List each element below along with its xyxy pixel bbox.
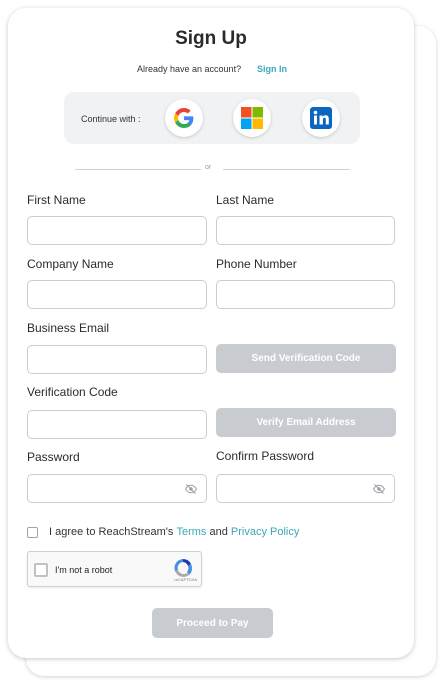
sign-in-link[interactable]: Sign In [257, 64, 287, 74]
verification-code-label: Verification Code [27, 385, 118, 399]
privacy-policy-link[interactable]: Privacy Policy [231, 526, 299, 538]
proceed-to-pay-button[interactable]: Proceed to Pay [152, 608, 273, 638]
verification-code-input[interactable] [27, 410, 207, 439]
first-name-label: First Name [27, 193, 86, 207]
divider-right [223, 169, 350, 170]
recaptcha-checkbox[interactable] [34, 563, 48, 577]
confirm-password-input[interactable] [216, 474, 395, 503]
microsoft-icon [241, 107, 263, 129]
recaptcha-widget: I'm not a robot reCAPTCHA [27, 551, 202, 587]
password-input[interactable] [27, 474, 207, 503]
have-account-text: Already have an account? [137, 64, 242, 74]
last-name-label: Last Name [216, 193, 275, 207]
eye-slash-icon[interactable] [185, 484, 197, 494]
company-name-input[interactable] [27, 280, 207, 309]
verify-email-button[interactable]: Verify Email Address [216, 408, 396, 437]
confirm-password-label: Confirm Password [216, 449, 315, 463]
send-verification-code-button[interactable]: Send Verification Code [216, 344, 396, 373]
phone-number-label: Phone Number [216, 257, 297, 271]
linkedin-login-button[interactable] [302, 99, 340, 137]
microsoft-login-button[interactable] [233, 99, 271, 137]
terms-checkbox[interactable] [27, 526, 38, 538]
recaptcha-label: I'm not a robot [55, 565, 113, 575]
divider-left [75, 169, 201, 170]
agree-prefix: I agree to ReachStream's [49, 526, 174, 538]
recaptcha-brand: reCAPTCHA [174, 577, 197, 582]
continue-with-label: Continue with : [81, 114, 141, 124]
eye-slash-icon[interactable] [373, 484, 385, 494]
social-login-panel: Continue with : [64, 92, 360, 144]
password-label: Password [27, 450, 80, 464]
or-separator: or [205, 164, 212, 171]
google-login-button[interactable] [165, 99, 203, 137]
terms-agreement: I agree to ReachStream's Terms and Priva… [27, 526, 299, 538]
page-title: Sign Up [175, 28, 247, 49]
business-email-input[interactable] [27, 345, 207, 374]
company-name-label: Company Name [27, 257, 114, 271]
first-name-input[interactable] [27, 216, 207, 245]
agree-and: and [209, 526, 228, 538]
last-name-input[interactable] [216, 216, 395, 245]
signup-card: Sign Up Already have an account? Sign In… [8, 8, 414, 658]
linkedin-icon [310, 107, 332, 129]
terms-link[interactable]: Terms [176, 526, 206, 538]
google-icon [174, 108, 194, 128]
phone-number-input[interactable] [216, 280, 395, 309]
business-email-label: Business Email [27, 321, 110, 335]
